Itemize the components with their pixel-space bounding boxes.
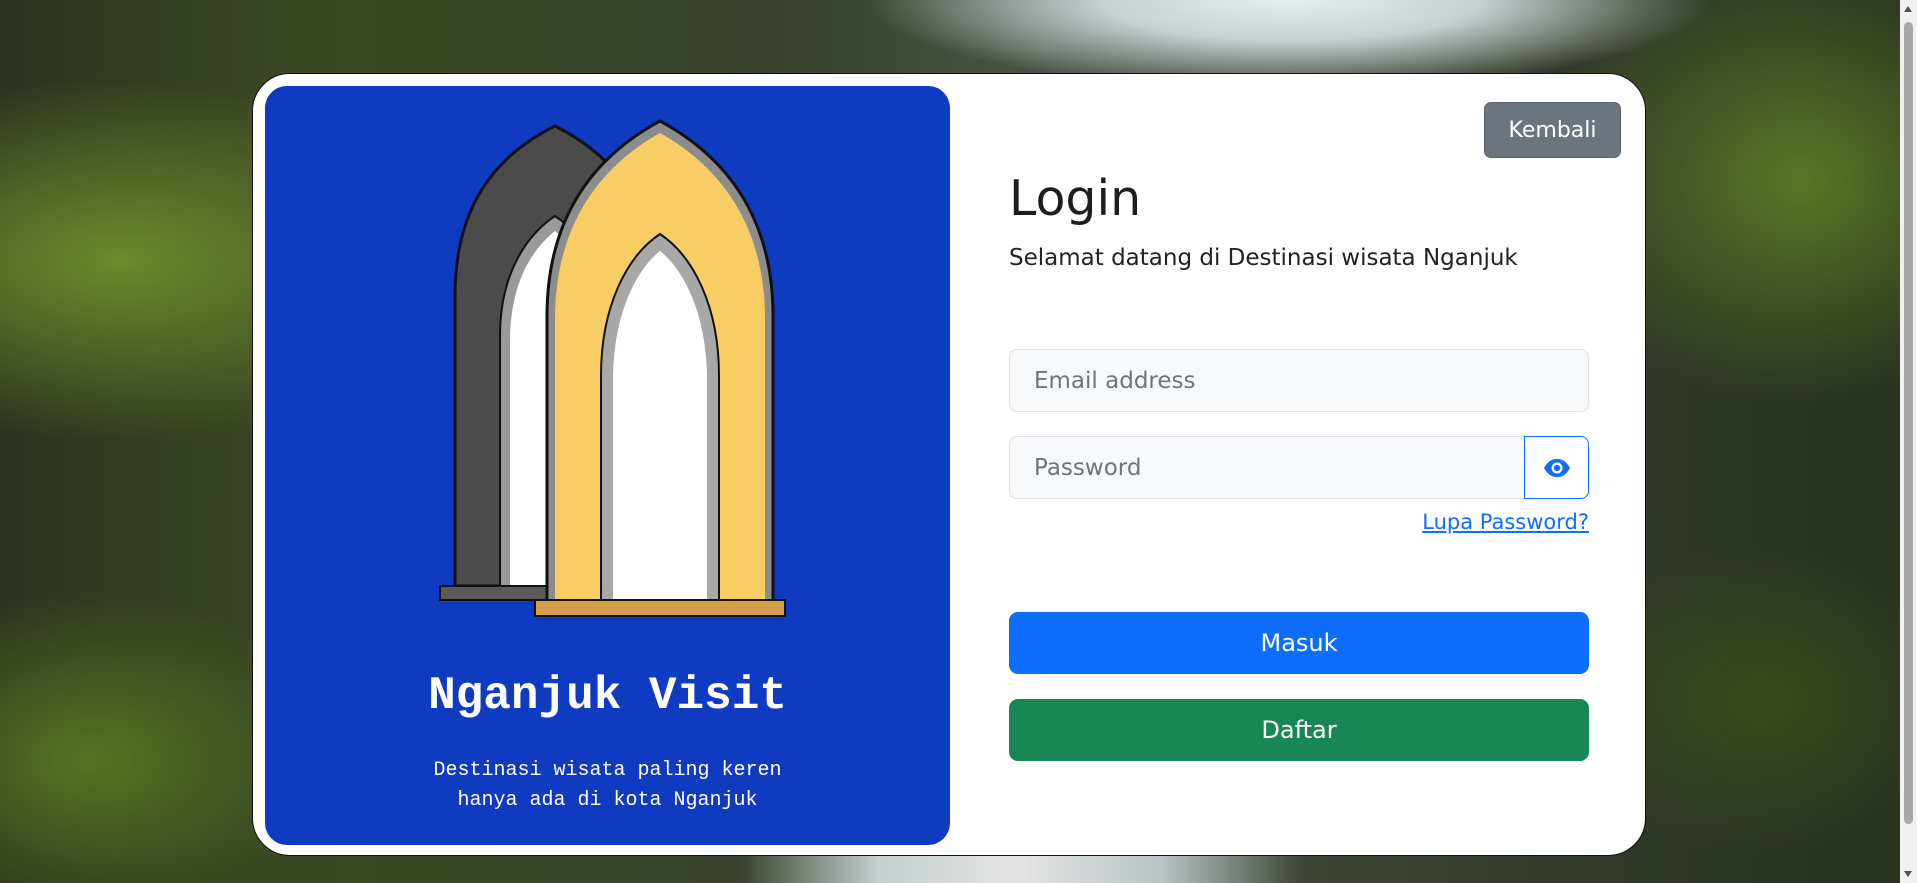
login-card: Nganjuk Visit Destinasi wisata paling ke… — [252, 73, 1646, 856]
brand-title: Nganjuk Visit — [428, 670, 787, 722]
login-button[interactable]: Masuk — [1009, 612, 1589, 674]
brand-tagline: Destinasi wisata paling keren hanya ada … — [265, 756, 950, 816]
email-field[interactable] — [1009, 349, 1589, 412]
page-scrollbar[interactable] — [1900, 0, 1917, 883]
eye-icon — [1543, 458, 1570, 477]
scroll-up-arrow-icon[interactable] — [1904, 6, 1912, 12]
back-button[interactable]: Kembali — [1484, 102, 1621, 158]
login-subtitle: Selamat datang di Destinasi wisata Nganj… — [1009, 245, 1518, 271]
forgot-password-link[interactable]: Lupa Password? — [1420, 510, 1589, 534]
page-title: Login — [1009, 170, 1142, 227]
brand-panel: Nganjuk Visit Destinasi wisata paling ke… — [265, 86, 950, 845]
brand-tagline-line1: Destinasi wisata paling keren — [433, 759, 782, 782]
arch-gate-logo — [439, 119, 786, 617]
scroll-down-arrow-icon[interactable] — [1904, 871, 1912, 877]
scrollbar-thumb[interactable] — [1904, 22, 1913, 824]
brand-tagline-line2: hanya ada di kota Nganjuk — [457, 789, 758, 812]
password-field[interactable] — [1009, 436, 1525, 499]
password-visibility-toggle[interactable] — [1524, 436, 1589, 499]
register-button[interactable]: Daftar — [1009, 699, 1589, 761]
